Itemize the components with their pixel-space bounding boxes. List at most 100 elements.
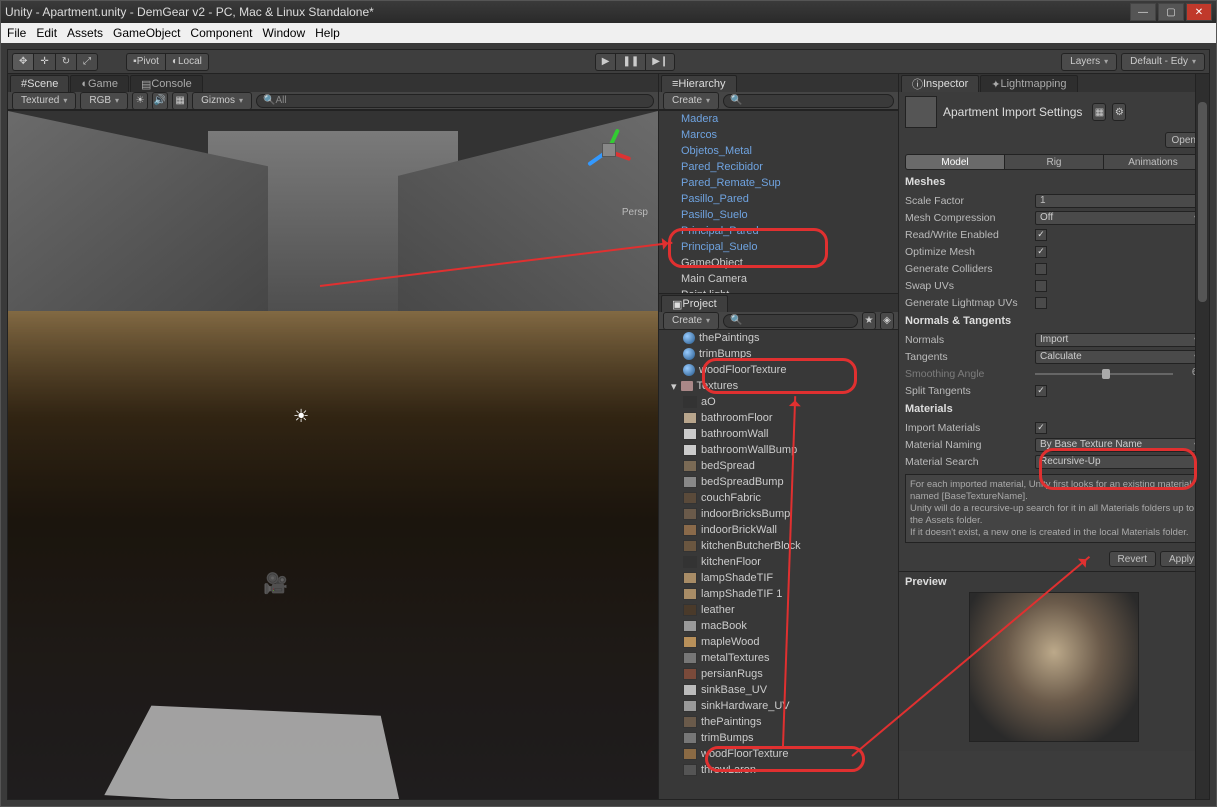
filter-type-icon[interactable]: ◈ bbox=[880, 312, 894, 330]
pivot-toggle[interactable]: ▪Pivot bbox=[126, 53, 165, 71]
project-texture[interactable]: indoorBricksBump bbox=[659, 506, 898, 522]
hierarchy-item[interactable]: Pared_Remate_Sup bbox=[659, 175, 898, 191]
project-texture[interactable]: kitchenFloor bbox=[659, 554, 898, 570]
project-texture[interactable]: leather bbox=[659, 602, 898, 618]
project-texture[interactable]: thePaintings bbox=[659, 714, 898, 730]
project-texture[interactable]: sinkHardware_UV bbox=[659, 698, 898, 714]
project-texture[interactable]: metalTextures bbox=[659, 650, 898, 666]
pill-rig[interactable]: Rig bbox=[1004, 154, 1103, 170]
tangents-dropdown[interactable]: Calculate bbox=[1035, 350, 1203, 364]
render-mode-dropdown[interactable]: RGB bbox=[80, 92, 128, 110]
mesh-compression-dropdown[interactable]: Off bbox=[1035, 211, 1203, 225]
swap-uvs-checkbox[interactable] bbox=[1035, 280, 1047, 292]
project-material[interactable]: woodFloorTexture bbox=[659, 362, 898, 378]
orientation-gizmo[interactable] bbox=[580, 121, 640, 181]
filter-icon[interactable]: ★ bbox=[862, 312, 876, 330]
play-button[interactable]: ▶ bbox=[595, 53, 616, 71]
scene-search[interactable]: 🔍All bbox=[256, 94, 654, 108]
project-texture[interactable]: kitchenButcherBlock bbox=[659, 538, 898, 554]
tab-scene[interactable]: # Scene bbox=[10, 75, 69, 92]
scene-fx-icon[interactable]: ▦ bbox=[172, 92, 188, 110]
revert-button[interactable]: Revert bbox=[1109, 551, 1156, 567]
project-texture[interactable]: couchFabric bbox=[659, 490, 898, 506]
titlebar[interactable]: Unity - Apartment.unity - DemGear v2 - P… bbox=[1, 1, 1216, 23]
project-texture[interactable]: aO bbox=[659, 394, 898, 410]
tab-console[interactable]: ▤ Console bbox=[130, 75, 203, 92]
gizmos-dropdown[interactable]: Gizmos bbox=[192, 92, 252, 110]
local-toggle[interactable]: ◐Local bbox=[165, 53, 209, 71]
project-folder[interactable]: ▾ Textures bbox=[659, 378, 898, 394]
project-create[interactable]: Create bbox=[663, 312, 719, 330]
pill-animations[interactable]: Animations bbox=[1103, 154, 1203, 170]
hand-tool-icon[interactable]: ✥ bbox=[12, 53, 33, 71]
project-material[interactable]: trimBumps bbox=[659, 346, 898, 362]
material-search-dropdown[interactable]: Recursive-Up bbox=[1035, 455, 1203, 469]
hierarchy-item[interactable]: Pasillo_Pared bbox=[659, 191, 898, 207]
menu-help[interactable]: Help bbox=[315, 26, 340, 40]
hierarchy-item[interactable]: Main Camera bbox=[659, 271, 898, 287]
menu-file[interactable]: File bbox=[7, 26, 26, 40]
tab-inspector[interactable]: ⓘ Inspector bbox=[901, 75, 979, 92]
pause-button[interactable]: ❚❚ bbox=[615, 53, 645, 71]
smoothing-angle-slider[interactable]: 60 bbox=[1035, 367, 1203, 381]
hierarchy-item[interactable]: Madera bbox=[659, 111, 898, 127]
hierarchy-item[interactable]: Point light bbox=[659, 287, 898, 293]
project-texture[interactable]: indoorBrickWall bbox=[659, 522, 898, 538]
preview-thumbnail[interactable] bbox=[969, 592, 1139, 742]
scale-tool-icon[interactable]: ⤢ bbox=[76, 53, 98, 71]
maximize-button[interactable]: ▢ bbox=[1158, 3, 1184, 21]
project-texture[interactable]: persianRugs bbox=[659, 666, 898, 682]
hierarchy-item[interactable]: Objetos_Metal bbox=[659, 143, 898, 159]
menu-window[interactable]: Window bbox=[262, 26, 305, 40]
hierarchy-item[interactable]: Principal_Suelo bbox=[659, 239, 898, 255]
tab-hierarchy[interactable]: ≡ Hierarchy bbox=[661, 75, 737, 92]
book-icon[interactable]: ▦ bbox=[1092, 103, 1106, 121]
split-tangents-checkbox[interactable]: ✓ bbox=[1035, 385, 1047, 397]
project-texture[interactable]: bathroomFloor bbox=[659, 410, 898, 426]
optimize-mesh-checkbox[interactable]: ✓ bbox=[1035, 246, 1047, 258]
scene-audio-icon[interactable]: 🔊 bbox=[152, 92, 168, 110]
menu-component[interactable]: Component bbox=[190, 26, 252, 40]
menu-assets[interactable]: Assets bbox=[67, 26, 103, 40]
project-texture[interactable]: sinkBase_UV bbox=[659, 682, 898, 698]
hierarchy-create[interactable]: Create bbox=[663, 92, 719, 110]
project-texture[interactable]: trimBumps bbox=[659, 730, 898, 746]
project-texture[interactable]: lampShadeTIF bbox=[659, 570, 898, 586]
tab-game[interactable]: ◐ Game bbox=[70, 75, 129, 92]
hierarchy-item[interactable]: Pared_Recibidor bbox=[659, 159, 898, 175]
rw-enabled-checkbox[interactable]: ✓ bbox=[1035, 229, 1047, 241]
camera-gizmo-icon[interactable]: 🎥 bbox=[263, 571, 288, 596]
project-texture[interactable]: bathroomWallBump bbox=[659, 442, 898, 458]
light-gizmo-icon[interactable]: ☀ bbox=[293, 406, 309, 427]
hierarchy-search[interactable]: 🔍 bbox=[723, 94, 894, 108]
project-texture[interactable]: macBook bbox=[659, 618, 898, 634]
generate-colliders-checkbox[interactable] bbox=[1035, 263, 1047, 275]
scene-light-icon[interactable]: ☀ bbox=[132, 92, 148, 110]
minimize-button[interactable]: — bbox=[1130, 3, 1156, 21]
layers-dropdown[interactable]: Layers bbox=[1061, 53, 1117, 71]
project-material[interactable]: thePaintings bbox=[659, 330, 898, 346]
hierarchy-item[interactable]: Pasillo_Suelo bbox=[659, 207, 898, 223]
tab-lightmapping[interactable]: ✦ Lightmapping bbox=[980, 75, 1077, 92]
project-texture[interactable]: throwLaron bbox=[659, 762, 898, 778]
generate-lightmap-checkbox[interactable] bbox=[1035, 297, 1047, 309]
project-texture[interactable]: lampShadeTIF 1 bbox=[659, 586, 898, 602]
pill-model[interactable]: Model bbox=[905, 154, 1004, 170]
tab-project[interactable]: ▣ Project bbox=[661, 295, 728, 312]
project-texture[interactable]: bedSpread bbox=[659, 458, 898, 474]
close-button[interactable]: ✕ bbox=[1186, 3, 1212, 21]
layout-dropdown[interactable]: Default - Edy bbox=[1121, 53, 1205, 71]
move-tool-icon[interactable]: ✛ bbox=[33, 53, 54, 71]
step-button[interactable]: ▶❙ bbox=[645, 53, 675, 71]
project-texture[interactable]: mapleWood bbox=[659, 634, 898, 650]
hierarchy-item[interactable]: Principal_Pared bbox=[659, 223, 898, 239]
persp-label[interactable]: Persp bbox=[622, 207, 648, 218]
inspector-scrollbar[interactable] bbox=[1198, 102, 1207, 302]
scene-view[interactable]: ☀ 🎥 Persp bbox=[8, 110, 658, 799]
hierarchy-item[interactable]: Marcos bbox=[659, 127, 898, 143]
hierarchy-item[interactable]: GameObject bbox=[659, 255, 898, 271]
menu-edit[interactable]: Edit bbox=[36, 26, 57, 40]
project-texture[interactable]: bedSpreadBump bbox=[659, 474, 898, 490]
project-texture[interactable]: bathroomWall bbox=[659, 426, 898, 442]
menu-gameobject[interactable]: GameObject bbox=[113, 26, 180, 40]
